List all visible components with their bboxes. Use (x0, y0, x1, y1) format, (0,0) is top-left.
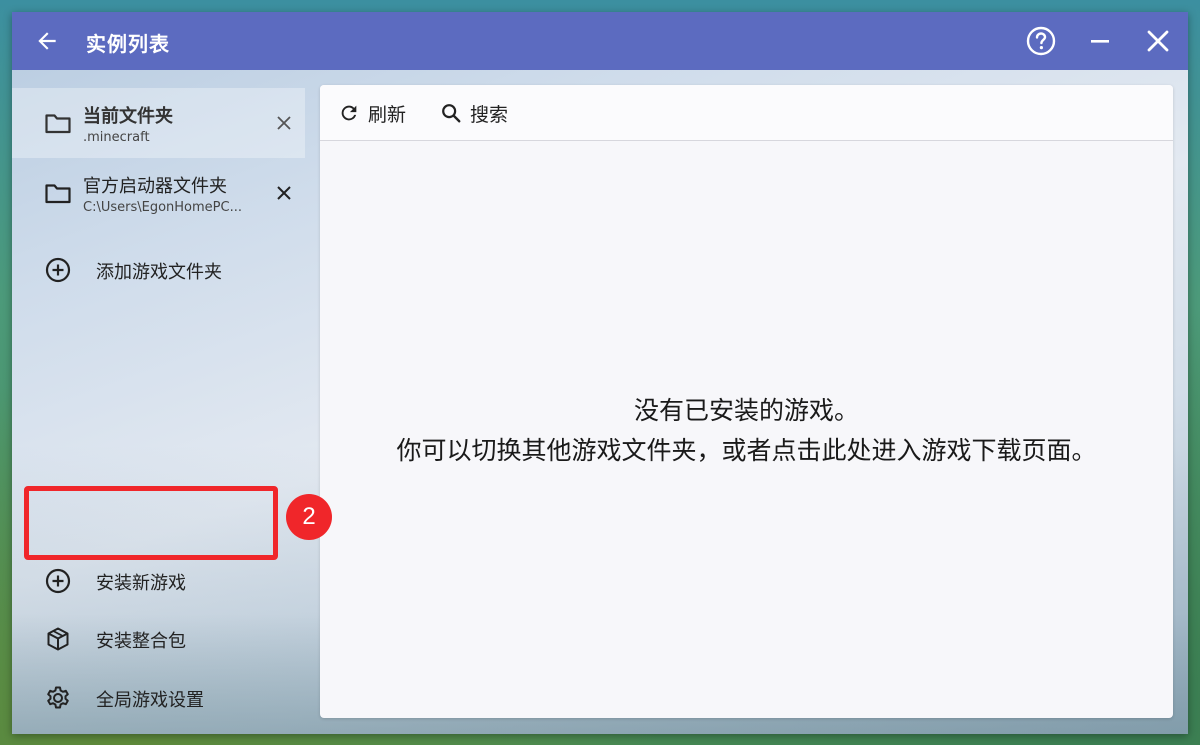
sidebar: 当前文件夹 .minecraft 官方启动器文件夹 C:\Users\EgonH… (12, 70, 318, 734)
add-game-folder-button[interactable]: 添加游戏文件夹 (12, 242, 305, 296)
folder-icon (45, 114, 71, 134)
folder-icon (45, 184, 71, 204)
remove-folder-button[interactable] (272, 181, 296, 205)
close-icon (277, 116, 291, 130)
search-icon (442, 104, 461, 123)
refresh-button[interactable]: 刷新 (338, 98, 406, 128)
folder-name: 官方启动器文件夹 (83, 176, 227, 197)
folder-item-official-launcher[interactable]: 官方启动器文件夹 C:\Users\EgonHomePC... (12, 158, 305, 228)
empty-state-line-1: 没有已安装的游戏。 (633, 396, 859, 425)
empty-state-line-2: 你可以切换其他游戏文件夹，或者点击此处进入游戏下载页面。 (396, 436, 1097, 465)
remove-folder-button[interactable] (272, 111, 296, 135)
search-label: 搜索 (470, 103, 509, 126)
app-window: 实例列表 当前文件夹 .minecraft 官方启动器文件夹 C:\Users\… (12, 12, 1188, 734)
folder-name: 当前文件夹 (83, 106, 173, 127)
install-modpack-button[interactable]: 安装整合包 (12, 611, 305, 665)
global-game-settings-label: 全局游戏设置 (96, 690, 204, 711)
game-list-panel: 刷新 搜索 没有已安装的游戏。 你可以切换其他游戏文件夹，或者点击此处进入游戏下… (320, 85, 1173, 718)
folder-path: C:\Users\EgonHomePC... (83, 200, 242, 215)
help-button[interactable] (1022, 22, 1060, 60)
minimize-icon (1091, 40, 1109, 43)
annotation-step-badge: 2 (286, 494, 332, 540)
help-circle-icon (1026, 26, 1056, 56)
global-game-settings-button[interactable]: 全局游戏设置 (12, 670, 305, 724)
install-new-game-button[interactable]: 安装新游戏 (12, 553, 305, 607)
search-button[interactable]: 搜索 (440, 98, 508, 128)
empty-state-message[interactable]: 没有已安装的游戏。 你可以切换其他游戏文件夹，或者点击此处进入游戏下载页面。 (320, 391, 1173, 471)
package-icon (47, 627, 69, 651)
refresh-icon (341, 105, 357, 121)
plus-circle-icon (45, 257, 71, 283)
gear-icon (47, 686, 69, 709)
close-button[interactable] (1139, 22, 1177, 60)
arrow-left-icon (38, 32, 56, 50)
refresh-label: 刷新 (368, 103, 407, 126)
close-icon (277, 186, 291, 200)
back-button[interactable] (30, 24, 64, 58)
plus-circle-icon (45, 568, 71, 594)
close-icon (1147, 30, 1169, 52)
folder-item-current[interactable]: 当前文件夹 .minecraft (12, 88, 305, 158)
install-modpack-label: 安装整合包 (96, 631, 186, 652)
title-bar: 实例列表 (12, 12, 1188, 70)
window-title: 实例列表 (86, 32, 170, 56)
minimize-button[interactable] (1081, 22, 1119, 60)
panel-toolbar: 刷新 搜索 (320, 85, 1173, 141)
install-new-game-label: 安装新游戏 (96, 573, 186, 594)
folder-path: .minecraft (83, 130, 150, 145)
add-game-folder-label: 添加游戏文件夹 (96, 262, 222, 283)
